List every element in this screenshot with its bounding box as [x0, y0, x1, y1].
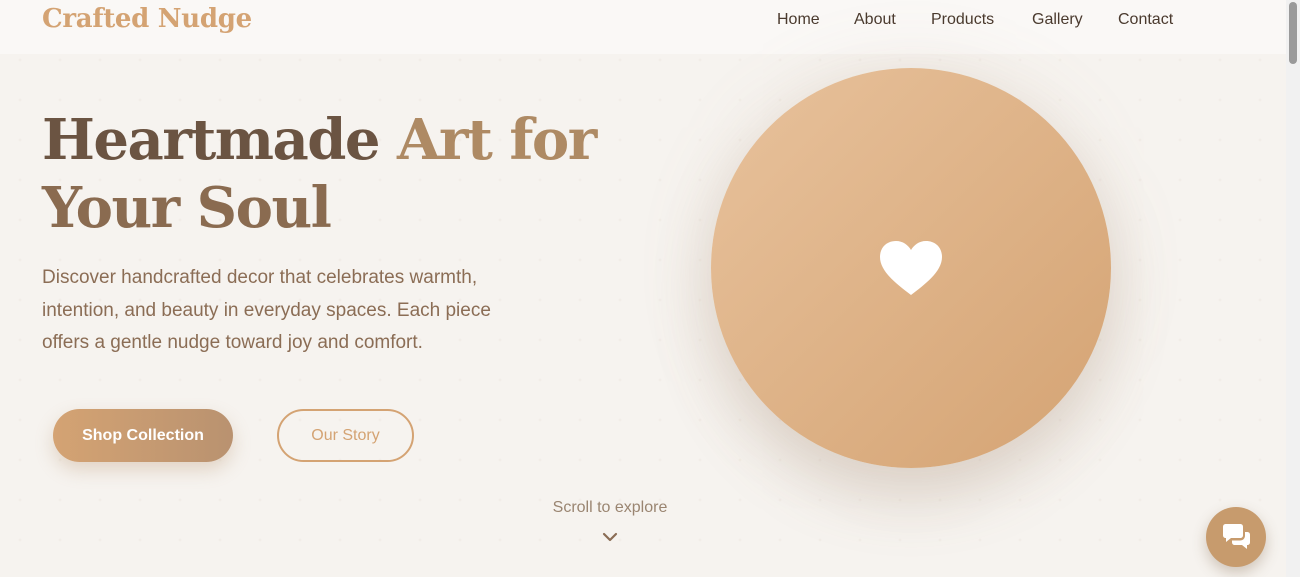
scroll-hint: Scroll to explore	[552, 499, 668, 516]
main-nav: Home About Products Gallery Contact	[0, 11, 1286, 31]
hero-title-part-1: Heartmade	[42, 107, 398, 173]
chat-button[interactable]	[1206, 507, 1266, 567]
page-scrollbar[interactable]	[1286, 0, 1300, 577]
page: Crafted Nudge Home About Products Galler…	[0, 0, 1286, 577]
hero-title-part-3: Your Soul	[42, 175, 332, 241]
hero-title: Heartmade Art for Your Soul	[42, 106, 602, 242]
hero-title-part-2: Art for	[397, 107, 597, 173]
nav-home[interactable]: Home	[777, 11, 820, 29]
hero-emblem-circle	[711, 68, 1111, 468]
nav-about[interactable]: About	[854, 11, 896, 29]
chat-bubbles-icon	[1223, 524, 1250, 549]
site-header: Crafted Nudge Home About Products Galler…	[0, 0, 1286, 54]
nav-contact[interactable]: Contact	[1118, 11, 1173, 29]
hero-description: Discover handcrafted decor that celebrat…	[42, 267, 491, 353]
heart-icon	[880, 241, 942, 295]
shop-collection-button[interactable]: Shop Collection	[53, 409, 233, 462]
chevron-down-icon[interactable]	[601, 530, 619, 544]
our-story-button[interactable]: Our Story	[277, 409, 414, 462]
nav-products[interactable]: Products	[931, 11, 994, 29]
nav-gallery[interactable]: Gallery	[1032, 11, 1083, 29]
scrollbar-thumb[interactable]	[1289, 2, 1297, 64]
